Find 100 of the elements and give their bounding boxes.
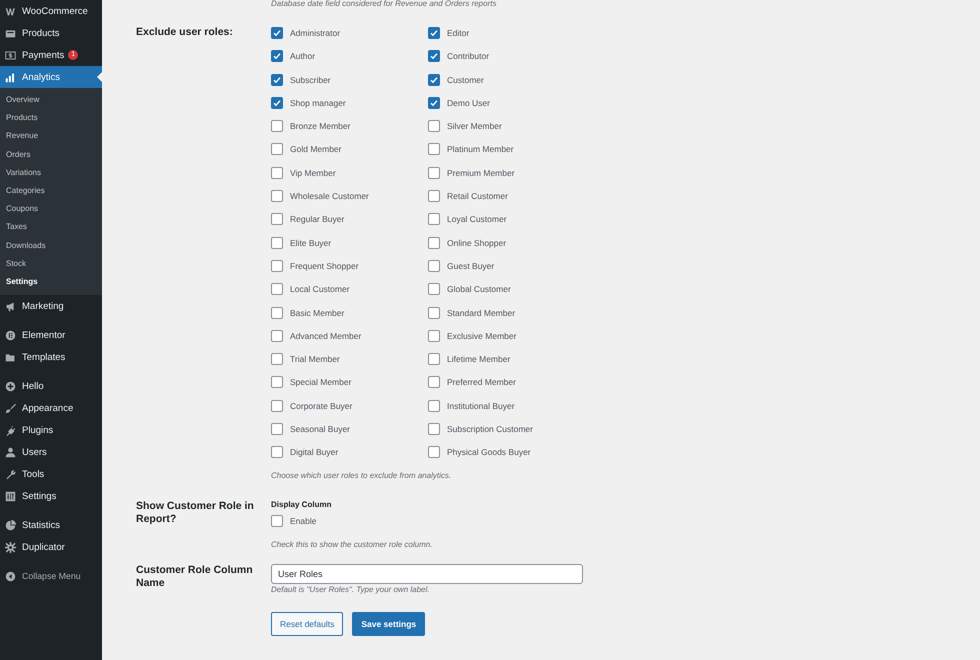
checkbox[interactable]: [428, 190, 440, 202]
checkbox[interactable]: [271, 50, 283, 62]
checkbox[interactable]: [271, 283, 283, 296]
dollar-card-icon: [5, 50, 16, 60]
menu-item[interactable]: Products: [0, 22, 102, 44]
checkbox[interactable]: [271, 446, 283, 458]
checkbox[interactable]: [271, 306, 283, 319]
wrench-icon: [5, 468, 16, 480]
checkbox[interactable]: [428, 330, 440, 342]
collapse-menu-link[interactable]: Collapse Menu: [0, 565, 102, 588]
checkbox-label: Gold Member: [290, 144, 342, 154]
checkbox[interactable]: [271, 515, 283, 528]
field-description: Choose which user roles to exclude from analytics.: [271, 471, 452, 480]
checkbox[interactable]: [271, 260, 283, 272]
checkbox[interactable]: [271, 96, 283, 109]
checkbox[interactable]: [428, 27, 440, 39]
field-description: Database date field considered for Revenue and Orders reports: [271, 0, 498, 9]
checkbox[interactable]: [271, 143, 283, 156]
checkbox[interactable]: [428, 306, 440, 319]
menu-item[interactable]: Templates: [0, 346, 102, 368]
menu-item[interactable]: Duplicator: [0, 536, 102, 558]
checkbox-label: Silver Member: [447, 121, 502, 132]
checkbox-label: Special Member: [290, 377, 352, 388]
checkbox[interactable]: [428, 400, 440, 412]
checkbox[interactable]: [271, 423, 283, 436]
checkbox-label: Administrator: [290, 28, 340, 38]
checkbox[interactable]: [428, 213, 440, 226]
checkbox[interactable]: [428, 260, 440, 272]
submenu-item[interactable]: Settings: [0, 272, 102, 292]
option-heading: Display Column: [271, 500, 332, 510]
menu-item[interactable]: Settings: [0, 485, 102, 508]
checkbox[interactable]: [428, 283, 440, 296]
checkbox[interactable]: [428, 143, 440, 156]
menu-item[interactable]: Analytics: [0, 66, 102, 88]
checkbox[interactable]: [271, 400, 283, 412]
checkbox[interactable]: [271, 330, 283, 342]
checkbox-label: Elite Buyer: [290, 238, 332, 248]
checkbox-label: Retail Customer: [447, 191, 508, 202]
checkbox-label: Demo User: [447, 98, 490, 108]
checkbox-label: Platinum Member: [447, 144, 514, 154]
menu-item[interactable]: Users: [0, 441, 102, 464]
checkbox-label: Shop manager: [290, 98, 346, 108]
checkbox-label: Global Customer: [447, 284, 511, 294]
checkbox[interactable]: [428, 166, 440, 179]
setting-label: Show Customer Role in Report?: [136, 500, 255, 528]
checkbox[interactable]: [271, 213, 283, 226]
checkbox[interactable]: [271, 166, 283, 179]
gear-icon: [5, 542, 16, 553]
pie-chart-icon: [5, 520, 16, 531]
checkbox[interactable]: [271, 353, 283, 366]
checkbox[interactable]: [271, 74, 283, 86]
checkbox-label: Physical Goods Buyer: [447, 447, 531, 458]
checkbox[interactable]: [428, 423, 440, 436]
user-icon: [5, 446, 16, 458]
checkbox-label: Digital Buyer: [290, 447, 338, 458]
menu-item[interactable]: WooCommerce: [0, 0, 102, 22]
submenu-item[interactable]: Revenue: [0, 127, 102, 146]
menu-item[interactable]: Marketing: [0, 295, 102, 318]
submenu-item[interactable]: Coupons: [0, 200, 102, 218]
checkbox[interactable]: [428, 236, 440, 249]
checkbox-label: Institutional Buyer: [447, 400, 515, 411]
checkbox[interactable]: [428, 50, 440, 62]
menu-item[interactable]: Plugins: [0, 419, 102, 442]
checkbox-label: Online Shopper: [447, 238, 506, 248]
submenu-item[interactable]: Overview: [0, 91, 102, 110]
checkbox[interactable]: [271, 236, 283, 249]
submenu-item[interactable]: Categories: [0, 182, 102, 200]
checkbox-label: Standard Member: [447, 308, 516, 318]
submenu-item[interactable]: Downloads: [0, 236, 102, 255]
submenu-item[interactable]: Orders: [0, 146, 102, 164]
checkbox-label: Customer: [447, 74, 484, 85]
menu-item[interactable]: Elementor: [0, 324, 102, 346]
checkbox[interactable]: [428, 353, 440, 366]
checkbox-label: Frequent Shopper: [290, 260, 359, 271]
text-field[interactable]: User Roles: [271, 564, 583, 584]
reset-button[interactable]: Reset defaults: [271, 612, 344, 636]
submenu-item[interactable]: Taxes: [0, 218, 102, 236]
menu-item[interactable]: Statistics: [0, 514, 102, 536]
save-button[interactable]: Save settings: [352, 612, 426, 636]
checkbox[interactable]: [271, 376, 283, 388]
menu-item[interactable]: Tools: [0, 463, 102, 486]
checkbox[interactable]: [428, 120, 440, 132]
checkbox[interactable]: [271, 120, 283, 132]
menu-item[interactable]: Appearance: [0, 397, 102, 420]
submenu-item[interactable]: Variations: [0, 164, 102, 182]
checkbox[interactable]: [428, 96, 440, 109]
checkbox[interactable]: [428, 446, 440, 458]
submenu-item[interactable]: Products: [0, 109, 102, 128]
checkbox[interactable]: [271, 190, 283, 202]
plug-icon: [5, 424, 16, 436]
checkbox[interactable]: [428, 376, 440, 388]
checkbox[interactable]: [428, 74, 440, 86]
checkbox-label: Regular Buyer: [290, 214, 344, 224]
checkbox-label: Editor: [447, 28, 470, 38]
checkbox-label: Corporate Buyer: [290, 400, 352, 411]
checkbox-label: Trial Member: [290, 354, 340, 364]
checkbox[interactable]: [271, 27, 283, 39]
setting-label: Exclude user roles:: [136, 25, 234, 40]
menu-item[interactable]: Hello: [0, 375, 102, 398]
submenu-item[interactable]: Stock: [0, 254, 102, 273]
